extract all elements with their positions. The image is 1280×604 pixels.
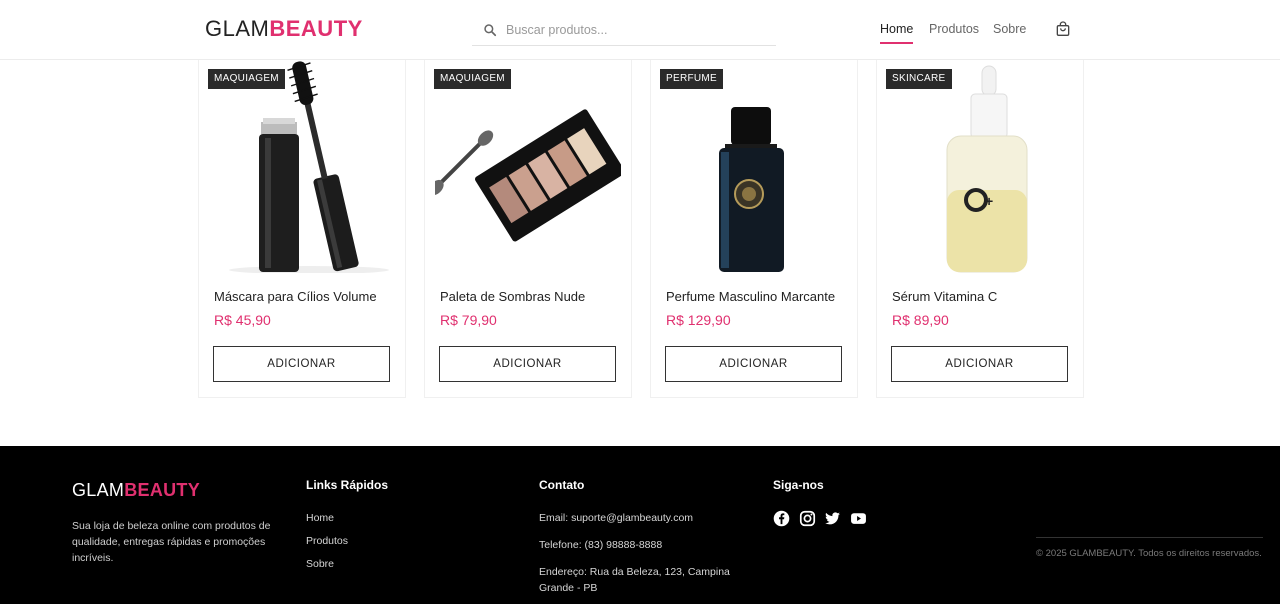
category-badge: PERFUME — [660, 69, 723, 89]
logo-text-glam: GLAM — [205, 16, 270, 41]
product-image[interactable] — [435, 60, 621, 273]
footer-logo[interactable]: GLAMBEAUTY — [72, 480, 200, 501]
instagram-icon[interactable] — [799, 510, 816, 527]
product-image[interactable]: + — [887, 60, 1073, 273]
search-bar — [472, 14, 776, 46]
footer-phone: Telefone: (83) 98888-8888 — [539, 539, 663, 551]
category-badge: MAQUIAGEM — [434, 69, 511, 89]
product-price: R$ 79,90 — [440, 312, 497, 328]
product-price: R$ 45,90 — [214, 312, 271, 328]
product-card[interactable]: MAQUIAGEM Máscara para Cílios Volume R$ … — [198, 60, 406, 398]
site-header: GLAMBEAUTY Home Produtos Sobre — [0, 0, 1280, 60]
product-price: R$ 89,90 — [892, 312, 949, 328]
footer-link-sobre[interactable]: Sobre — [306, 558, 334, 570]
facebook-icon[interactable] — [773, 510, 790, 527]
footer-social-title: Siga-nos — [773, 478, 824, 492]
search-input[interactable] — [506, 19, 766, 41]
product-image[interactable] — [661, 60, 847, 273]
product-image[interactable] — [209, 60, 395, 273]
copyright-text: © 2025 GLAMBEAUTY. Todos os direitos res… — [1036, 548, 1262, 559]
product-card[interactable]: SKINCARE + Sérum Vitamina C R$ 89,90 ADI… — [876, 60, 1084, 398]
nav-produtos[interactable]: Produtos — [929, 22, 979, 36]
footer-divider — [1036, 537, 1263, 538]
add-to-cart-button[interactable]: ADICIONAR — [891, 346, 1068, 382]
product-name[interactable]: Perfume Masculino Marcante — [666, 289, 835, 304]
site-logo[interactable]: GLAMBEAUTY — [205, 16, 363, 42]
footer-email[interactable]: Email: suporte@glambeauty.com — [539, 510, 739, 526]
product-price: R$ 129,90 — [666, 312, 731, 328]
add-to-cart-button[interactable]: ADICIONAR — [213, 346, 390, 382]
product-name[interactable]: Máscara para Cílios Volume — [214, 289, 377, 304]
footer-links-title: Links Rápidos — [306, 478, 389, 492]
twitter-icon[interactable] — [824, 510, 841, 527]
logo-text-beauty: BEAUTY — [269, 16, 363, 41]
footer-description: Sua loja de beleza online com produtos d… — [72, 520, 271, 564]
site-footer: GLAMBEAUTY Sua loja de beleza online com… — [0, 446, 1280, 604]
svg-text:+: + — [985, 193, 993, 209]
add-to-cart-button[interactable]: ADICIONAR — [439, 346, 616, 382]
product-card[interactable]: MAQUIAGEM Paleta de Sombras Nude R$ 79,9… — [424, 60, 632, 398]
youtube-icon[interactable] — [850, 510, 867, 527]
footer-link-produtos[interactable]: Produtos — [306, 535, 348, 547]
nav-home[interactable]: Home — [880, 22, 914, 44]
product-card[interactable]: PERFUME Perfume Masculino Marcante R$ 12… — [650, 60, 858, 398]
search-icon[interactable] — [483, 23, 497, 37]
footer-logo-text-beauty: BEAUTY — [124, 480, 201, 500]
product-name[interactable]: Paleta de Sombras Nude — [440, 289, 585, 304]
category-badge: MAQUIAGEM — [208, 69, 285, 89]
add-to-cart-button[interactable]: ADICIONAR — [665, 346, 842, 382]
category-badge: SKINCARE — [886, 69, 952, 89]
footer-contact-title: Contato — [539, 478, 585, 492]
footer-logo-text-glam: GLAM — [72, 480, 125, 500]
footer-address: Endereço: Rua da Beleza, 123, Campina Gr… — [539, 566, 730, 594]
product-name[interactable]: Sérum Vitamina C — [892, 289, 997, 304]
nav-sobre[interactable]: Sobre — [993, 22, 1026, 36]
footer-link-home[interactable]: Home — [306, 512, 334, 524]
shopping-bag-icon[interactable] — [1055, 21, 1071, 37]
